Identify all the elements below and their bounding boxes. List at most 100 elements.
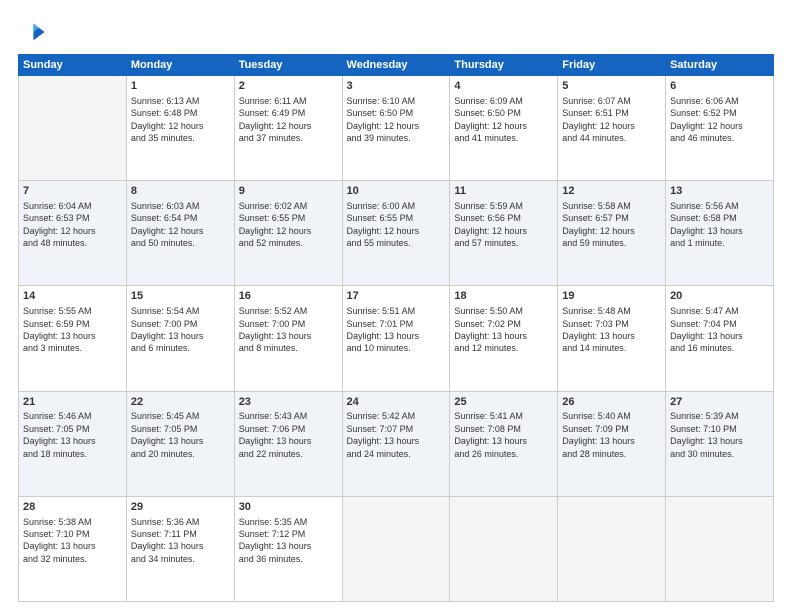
day-number: 11 [454,184,553,199]
day-info: Sunrise: 5:47 AM Sunset: 7:04 PM Dayligh… [670,306,743,353]
day-number: 16 [239,289,338,304]
day-number: 28 [23,500,122,515]
day-info: Sunrise: 5:58 AM Sunset: 6:57 PM Dayligh… [562,201,635,248]
day-number: 10 [347,184,446,199]
day-cell: 18 Sunrise: 5:50 AM Sunset: 7:02 PM Dayli… [450,286,558,391]
day-number: 8 [131,184,230,199]
day-number: 9 [239,184,338,199]
day-cell: 6Sunrise: 6:06 AM Sunset: 6:52 PM Daylig… [666,76,774,181]
day-info: Sunrise: 6:00 AM Sunset: 6:55 PM Dayligh… [347,201,420,248]
day-cell: 8 Sunrise: 6:03 AM Sunset: 6:54 PM Daylig… [126,181,234,286]
day-info: Sunrise: 5:48 AM Sunset: 7:03 PM Dayligh… [562,306,635,353]
day-cell: 25Sunrise: 5:41 AM Sunset: 7:08 PM Dayli… [450,391,558,496]
calendar-body: 1 Sunrise: 6:13 AM Sunset: 6:48 PM Daylig… [19,76,774,602]
day-cell: 28 Sunrise: 5:38 AM Sunset: 7:10 PM Dayli… [19,496,127,601]
day-number: 26 [562,395,661,410]
day-cell: 10 Sunrise: 6:00 AM Sunset: 6:55 PM Dayli… [342,181,450,286]
calendar-table: SundayMondayTuesdayWednesdayThursdayFrid… [18,54,774,602]
week-row-2: 7Sunrise: 6:04 AM Sunset: 6:53 PM Daylig… [19,181,774,286]
day-number: 14 [23,289,122,304]
day-info: Sunrise: 6:09 AM Sunset: 6:50 PM Dayligh… [454,96,527,143]
day-number: 2 [239,79,338,94]
day-cell [558,496,666,601]
day-info: Sunrise: 6:07 AM Sunset: 6:51 PM Dayligh… [562,96,635,143]
day-number: 17 [347,289,446,304]
day-cell: 5 Sunrise: 6:07 AM Sunset: 6:51 PM Daylig… [558,76,666,181]
day-cell [19,76,127,181]
day-info: Sunrise: 6:10 AM Sunset: 6:50 PM Dayligh… [347,96,420,143]
header-row: SundayMondayTuesdayWednesdayThursdayFrid… [19,55,774,76]
day-info: Sunrise: 6:02 AM Sunset: 6:55 PM Dayligh… [239,201,312,248]
day-cell: 30 Sunrise: 5:35 AM Sunset: 7:12 PM Dayli… [234,496,342,601]
day-cell [666,496,774,601]
day-number: 27 [670,395,769,410]
day-info: Sunrise: 5:56 AM Sunset: 6:58 PM Dayligh… [670,201,743,248]
day-number: 6 [670,79,769,94]
day-info: Sunrise: 5:50 AM Sunset: 7:02 PM Dayligh… [454,306,527,353]
day-info: Sunrise: 6:13 AM Sunset: 6:48 PM Dayligh… [131,96,204,143]
day-cell [450,496,558,601]
day-info: Sunrise: 6:11 AM Sunset: 6:49 PM Dayligh… [239,96,312,143]
day-number: 29 [131,500,230,515]
day-info: Sunrise: 5:52 AM Sunset: 7:00 PM Dayligh… [239,306,312,353]
day-info: Sunrise: 5:55 AM Sunset: 6:59 PM Dayligh… [23,306,96,353]
day-info: Sunrise: 5:43 AM Sunset: 7:06 PM Dayligh… [239,411,312,458]
day-cell: 2 Sunrise: 6:11 AM Sunset: 6:49 PM Daylig… [234,76,342,181]
day-cell: 21Sunrise: 5:46 AM Sunset: 7:05 PM Dayli… [19,391,127,496]
day-cell: 26Sunrise: 5:40 AM Sunset: 7:09 PM Dayli… [558,391,666,496]
day-info: Sunrise: 5:54 AM Sunset: 7:00 PM Dayligh… [131,306,204,353]
day-info: Sunrise: 6:04 AM Sunset: 6:53 PM Dayligh… [23,201,96,248]
day-cell: 9 Sunrise: 6:02 AM Sunset: 6:55 PM Daylig… [234,181,342,286]
day-cell: 7Sunrise: 6:04 AM Sunset: 6:53 PM Daylig… [19,181,127,286]
day-number: 22 [131,395,230,410]
day-cell: 22Sunrise: 5:45 AM Sunset: 7:05 PM Dayli… [126,391,234,496]
day-info: Sunrise: 5:38 AM Sunset: 7:10 PM Dayligh… [23,517,96,564]
day-info: Sunrise: 5:41 AM Sunset: 7:08 PM Dayligh… [454,411,527,458]
header-cell-monday: Monday [126,55,234,76]
day-info: Sunrise: 6:03 AM Sunset: 6:54 PM Dayligh… [131,201,204,248]
header [18,18,774,46]
day-cell: 16 Sunrise: 5:52 AM Sunset: 7:00 PM Dayli… [234,286,342,391]
day-info: Sunrise: 5:45 AM Sunset: 7:05 PM Dayligh… [131,411,204,458]
header-cell-wednesday: Wednesday [342,55,450,76]
day-cell: 15 Sunrise: 5:54 AM Sunset: 7:00 PM Dayli… [126,286,234,391]
day-cell: 1 Sunrise: 6:13 AM Sunset: 6:48 PM Daylig… [126,76,234,181]
day-cell: 12 Sunrise: 5:58 AM Sunset: 6:57 PM Dayli… [558,181,666,286]
day-number: 12 [562,184,661,199]
day-cell: 24Sunrise: 5:42 AM Sunset: 7:07 PM Dayli… [342,391,450,496]
day-info: Sunrise: 5:46 AM Sunset: 7:05 PM Dayligh… [23,411,96,458]
day-number: 5 [562,79,661,94]
day-number: 1 [131,79,230,94]
day-number: 13 [670,184,769,199]
week-row-3: 14 Sunrise: 5:55 AM Sunset: 6:59 PM Dayli… [19,286,774,391]
day-number: 25 [454,395,553,410]
day-cell: 14 Sunrise: 5:55 AM Sunset: 6:59 PM Dayli… [19,286,127,391]
week-row-5: 28 Sunrise: 5:38 AM Sunset: 7:10 PM Dayli… [19,496,774,601]
day-cell: 23Sunrise: 5:43 AM Sunset: 7:06 PM Dayli… [234,391,342,496]
header-cell-thursday: Thursday [450,55,558,76]
day-number: 24 [347,395,446,410]
day-number: 30 [239,500,338,515]
day-cell [342,496,450,601]
day-cell: 29 Sunrise: 5:36 AM Sunset: 7:11 PM Dayli… [126,496,234,601]
day-number: 18 [454,289,553,304]
header-cell-saturday: Saturday [666,55,774,76]
logo [18,18,50,46]
day-number: 15 [131,289,230,304]
day-info: Sunrise: 5:51 AM Sunset: 7:01 PM Dayligh… [347,306,420,353]
calendar-header: SundayMondayTuesdayWednesdayThursdayFrid… [19,55,774,76]
header-cell-tuesday: Tuesday [234,55,342,76]
day-cell: 19 Sunrise: 5:48 AM Sunset: 7:03 PM Dayli… [558,286,666,391]
day-info: Sunrise: 5:36 AM Sunset: 7:11 PM Dayligh… [131,517,204,564]
header-cell-sunday: Sunday [19,55,127,76]
day-number: 23 [239,395,338,410]
day-info: Sunrise: 5:59 AM Sunset: 6:56 PM Dayligh… [454,201,527,248]
header-cell-friday: Friday [558,55,666,76]
day-info: Sunrise: 5:35 AM Sunset: 7:12 PM Dayligh… [239,517,312,564]
day-number: 19 [562,289,661,304]
day-cell: 20Sunrise: 5:47 AM Sunset: 7:04 PM Dayli… [666,286,774,391]
day-number: 3 [347,79,446,94]
day-cell: 4Sunrise: 6:09 AM Sunset: 6:50 PM Daylig… [450,76,558,181]
day-cell: 13 Sunrise: 5:56 AM Sunset: 6:58 PM Dayli… [666,181,774,286]
day-info: Sunrise: 5:39 AM Sunset: 7:10 PM Dayligh… [670,411,743,458]
